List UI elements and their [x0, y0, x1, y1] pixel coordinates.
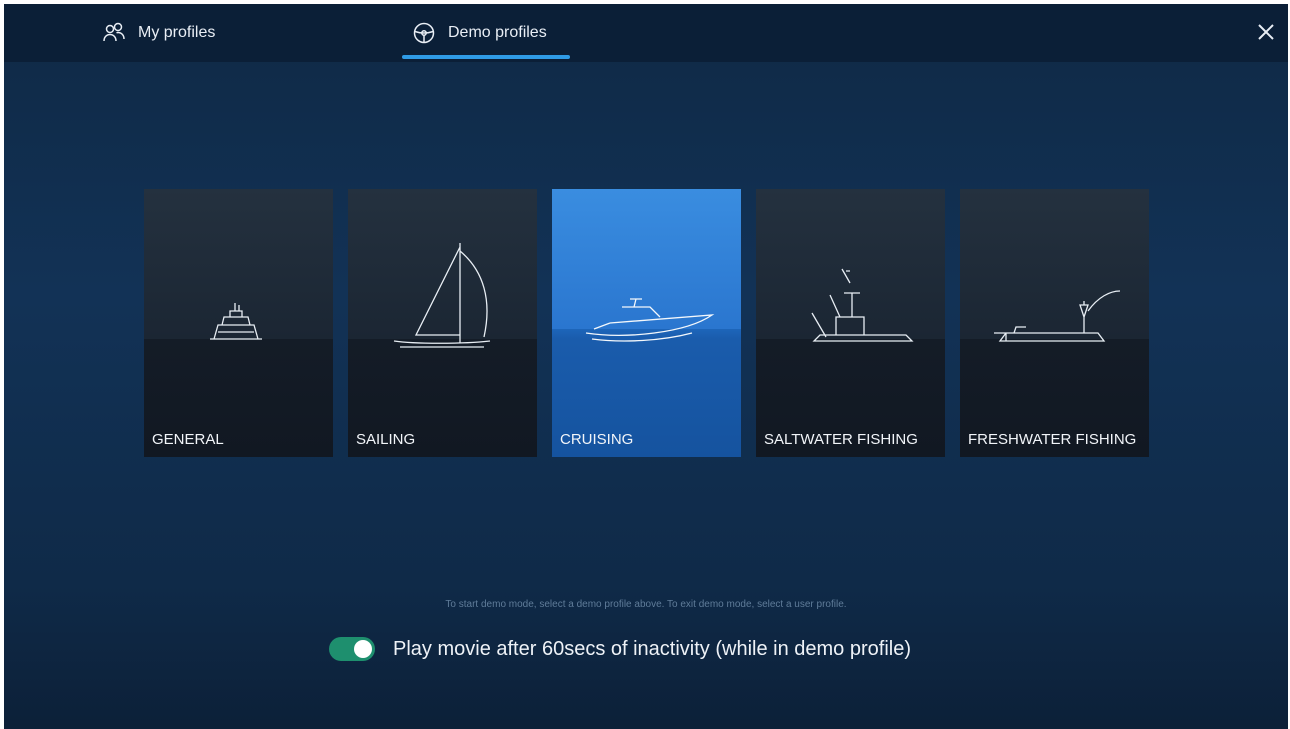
top-bar: My profiles Demo profiles — [4, 4, 1288, 62]
profile-card-label: SALTWATER FISHING — [764, 431, 918, 448]
profile-card-label: SAILING — [356, 431, 416, 448]
users-icon — [103, 22, 125, 42]
profile-card-label: CRUISING — [560, 431, 634, 448]
profile-card-saltwater-fishing[interactable]: SALTWATER FISHING — [756, 189, 945, 457]
tab-demo-profiles-label: Demo profiles — [448, 24, 547, 41]
sportfisher-icon — [811, 268, 914, 342]
tab-my-profiles-label: My profiles — [138, 24, 216, 41]
active-tab-indicator — [402, 55, 570, 59]
tab-my-profiles[interactable]: My profiles — [102, 4, 215, 62]
demo-profile-cards: GENERAL SAILING CRUISING SALTWATER FISHI… — [144, 189, 1154, 457]
demo-profiles-screen: My profiles Demo profiles GENERAL SAILIN… — [4, 4, 1288, 729]
demo-mode-hint: To start demo mode, select a demo profil… — [445, 599, 847, 610]
cruiser-icon — [585, 298, 715, 342]
movie-toggle-label: Play movie after 60secs of inactivity (w… — [393, 637, 911, 660]
movie-toggle-switch[interactable] — [329, 637, 375, 661]
profile-card-label: GENERAL — [152, 431, 224, 448]
profile-card-label: FRESHWATER FISHING — [968, 431, 1137, 448]
profile-card-freshwater-fishing[interactable]: FRESHWATER FISHING — [960, 189, 1149, 457]
steering-wheel-icon — [413, 22, 435, 44]
movie-toggle-row: Play movie after 60secs of inactivity (w… — [329, 634, 911, 664]
sailboat-icon — [393, 243, 491, 348]
close-icon[interactable] — [1252, 18, 1280, 46]
profile-card-general[interactable]: GENERAL — [144, 189, 333, 457]
profile-card-sailing[interactable]: SAILING — [348, 189, 537, 457]
motorboat-icon — [210, 303, 262, 340]
angler-boat-icon — [994, 290, 1121, 342]
profile-card-cruising[interactable]: CRUISING — [552, 189, 741, 457]
tab-demo-profiles[interactable]: Demo profiles — [412, 4, 547, 62]
